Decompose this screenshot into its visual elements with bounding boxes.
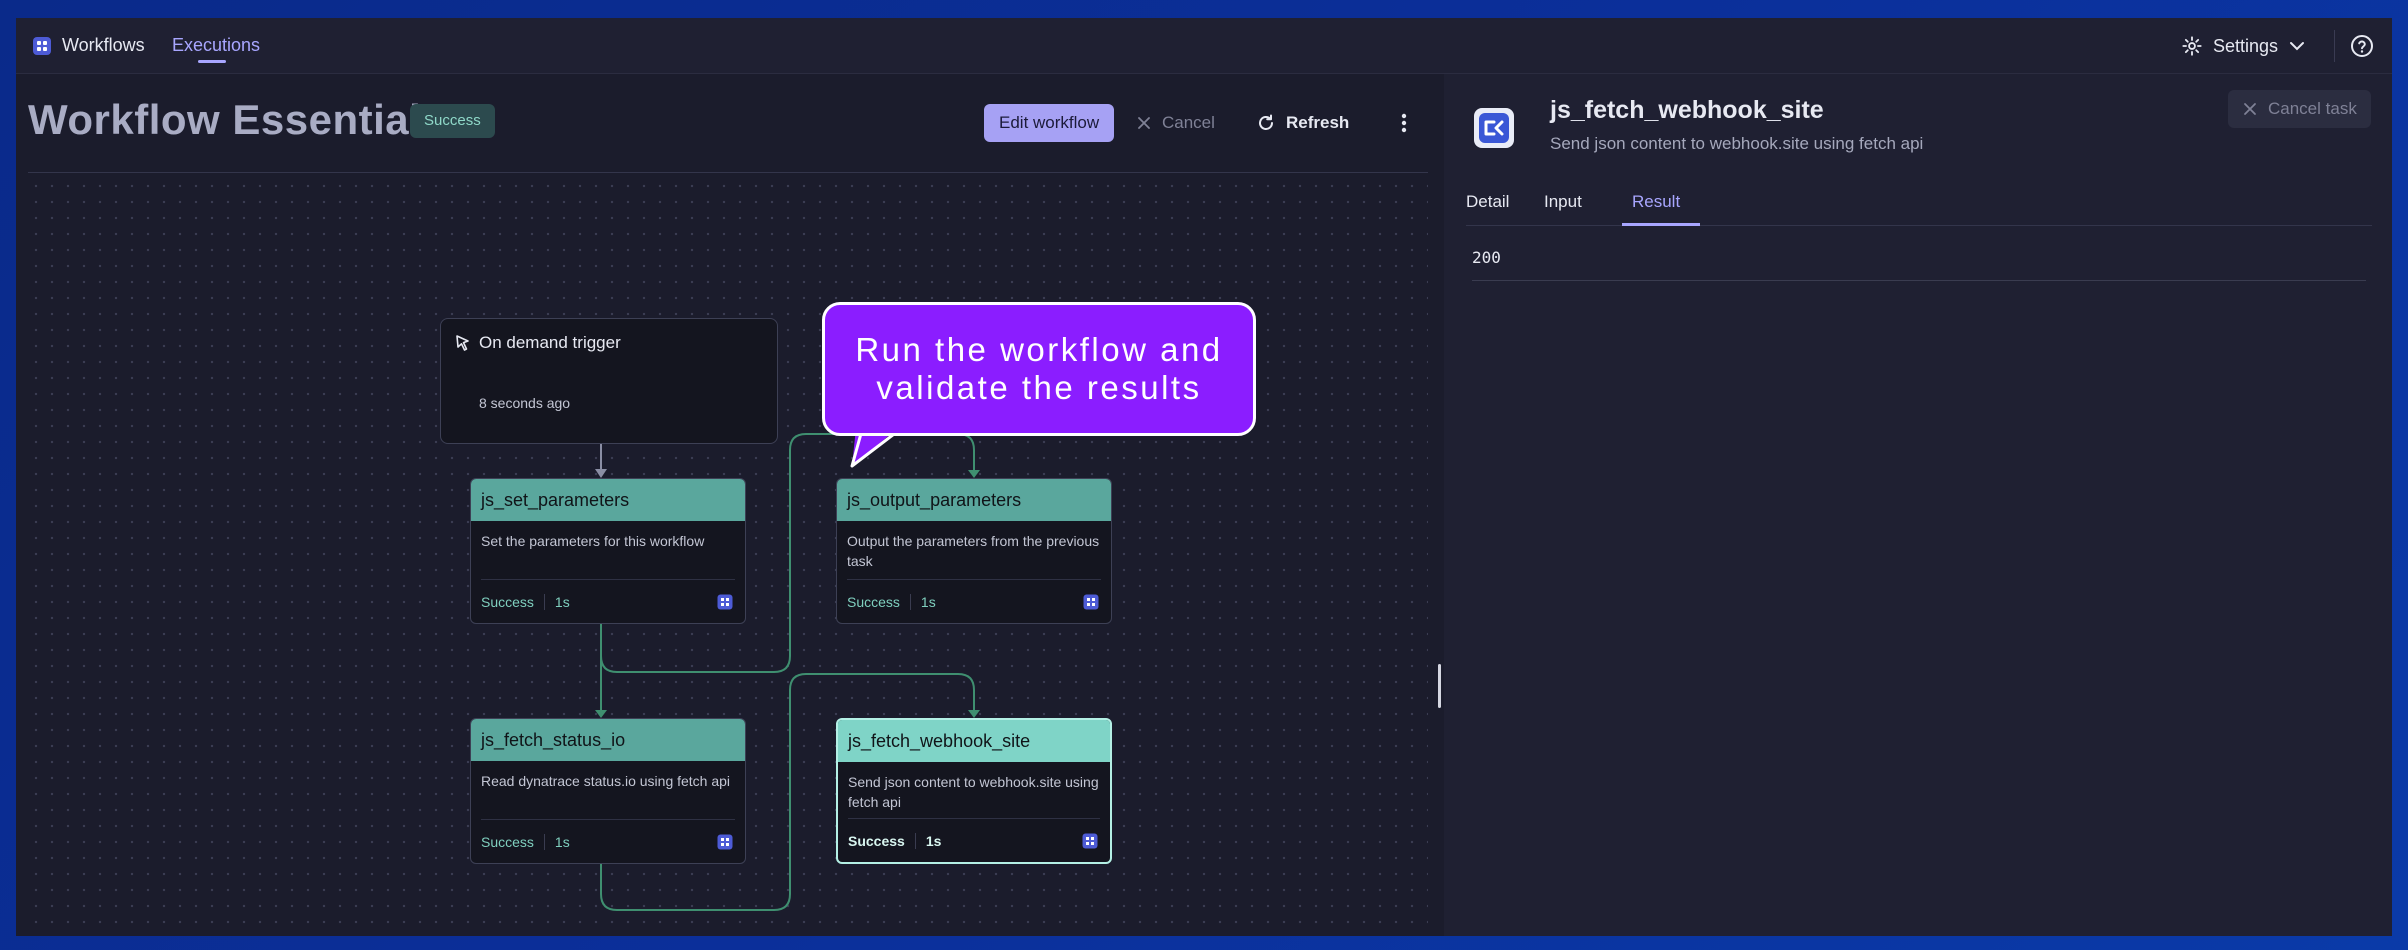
task-node-js-output-parameters[interactable]: js_output_parameters Output the paramete… bbox=[836, 478, 1112, 624]
cancel-label: Cancel bbox=[1162, 113, 1215, 132]
cancel-button[interactable]: Cancel bbox=[1136, 104, 1215, 142]
task-app-icon bbox=[1474, 108, 1514, 148]
task-node-footer: Success 1s bbox=[481, 819, 735, 863]
result-value: 200 bbox=[1472, 248, 1501, 267]
edge-arrow-webhook bbox=[968, 710, 980, 718]
edit-workflow-button[interactable]: Edit workflow bbox=[984, 104, 1115, 142]
workflow-canvas[interactable]: On demand trigger 8 seconds ago js_set_p… bbox=[28, 178, 1428, 930]
help-icon[interactable] bbox=[2350, 34, 2374, 58]
task-status: Success bbox=[481, 833, 545, 850]
cancel-task-button[interactable]: Cancel task bbox=[2228, 90, 2371, 128]
task-grid-icon bbox=[717, 834, 733, 850]
title-divider bbox=[28, 172, 1428, 173]
tab-input[interactable]: Input bbox=[1544, 192, 1582, 212]
tab-result[interactable]: Result bbox=[1632, 192, 1680, 212]
page-title: Workflow Essentials bbox=[28, 96, 446, 143]
task-node-title: js_fetch_webhook_site bbox=[838, 720, 1110, 762]
settings-label: Settings bbox=[2213, 35, 2279, 56]
settings-menu-button[interactable]: Settings bbox=[2181, 32, 2306, 60]
trigger-node[interactable]: On demand trigger 8 seconds ago bbox=[440, 318, 778, 444]
nav-divider bbox=[2334, 30, 2335, 62]
task-duration: 1s bbox=[925, 832, 942, 849]
edge-arrow-status bbox=[595, 710, 607, 718]
task-detail-title: js_fetch_webhook_site bbox=[1550, 96, 1824, 124]
gear-icon bbox=[2182, 36, 2202, 56]
task-node-description: Set the parameters for this workflow bbox=[481, 533, 705, 549]
task-duration: 1s bbox=[554, 593, 570, 610]
task-grid-icon bbox=[1083, 594, 1099, 610]
app-window: Workflows Executions Settings Workflow E… bbox=[16, 18, 2392, 936]
task-node-description: Send json content to webhook.site using … bbox=[848, 774, 1099, 810]
task-node-footer: Success 1s bbox=[847, 579, 1101, 623]
task-node-description: Output the parameters from the previous … bbox=[847, 533, 1100, 569]
nav-executions-tab[interactable]: Executions bbox=[172, 35, 260, 56]
task-node-footer: Success 1s bbox=[481, 579, 735, 623]
task-grid-icon bbox=[1082, 833, 1098, 849]
pane-resize-handle[interactable] bbox=[1438, 664, 1441, 708]
close-icon bbox=[2244, 103, 2256, 115]
edge-arrow-set-params bbox=[595, 469, 607, 478]
chevron-down-icon bbox=[2290, 42, 2305, 51]
trigger-time: 8 seconds ago bbox=[479, 395, 571, 411]
task-status: Success bbox=[848, 832, 916, 849]
task-node-js-fetch-webhook-site[interactable]: js_fetch_webhook_site Send json content … bbox=[836, 718, 1112, 864]
active-tab-indicator bbox=[1622, 223, 1700, 226]
task-grid-icon bbox=[717, 594, 733, 610]
task-node-js-fetch-status-io[interactable]: js_fetch_status_io Read dynatrace status… bbox=[470, 718, 746, 864]
task-duration: 1s bbox=[920, 593, 936, 610]
workflows-icon[interactable] bbox=[32, 36, 52, 56]
task-node-description: Read dynatrace status.io using fetch api bbox=[481, 773, 731, 789]
task-node-js-set-parameters[interactable]: js_set_parameters Set the parameters for… bbox=[470, 478, 746, 624]
task-status: Success bbox=[847, 593, 911, 610]
nav-workflows-link[interactable]: Workflows bbox=[62, 35, 145, 56]
more-options-icon[interactable] bbox=[1392, 108, 1416, 138]
task-node-footer: Success 1s bbox=[848, 818, 1100, 862]
refresh-button[interactable]: Refresh bbox=[1256, 104, 1349, 142]
cancel-task-label: Cancel task bbox=[2268, 99, 2357, 118]
active-tab-indicator bbox=[198, 60, 226, 63]
result-divider bbox=[1472, 280, 2366, 281]
tab-detail[interactable]: Detail bbox=[1466, 192, 1509, 212]
workflow-pane: Workflow Essentials Success Edit workflo… bbox=[16, 74, 1434, 936]
edge-arrow-output bbox=[968, 470, 980, 478]
task-detail-pane: js_fetch_webhook_site Send json content … bbox=[1444, 74, 2392, 936]
close-icon bbox=[1138, 117, 1150, 129]
detail-tabs: Detail Input Result bbox=[1466, 186, 2372, 226]
trigger-title: On demand trigger bbox=[479, 333, 621, 352]
task-detail-subtitle: Send json content to webhook.site using … bbox=[1550, 134, 1924, 153]
task-node-title: js_fetch_status_io bbox=[471, 719, 745, 761]
cursor-click-icon bbox=[456, 335, 469, 351]
task-node-title: js_set_parameters bbox=[471, 479, 745, 521]
task-duration: 1s bbox=[554, 833, 570, 850]
status-badge: Success bbox=[410, 104, 495, 138]
task-status: Success bbox=[481, 593, 545, 610]
callout-annotation: Run the workflow and validate the result… bbox=[822, 302, 1256, 436]
task-node-title: js_output_parameters bbox=[837, 479, 1111, 521]
refresh-icon bbox=[1259, 114, 1273, 130]
refresh-label: Refresh bbox=[1286, 113, 1350, 132]
top-nav: Workflows Executions Settings bbox=[16, 18, 2392, 74]
